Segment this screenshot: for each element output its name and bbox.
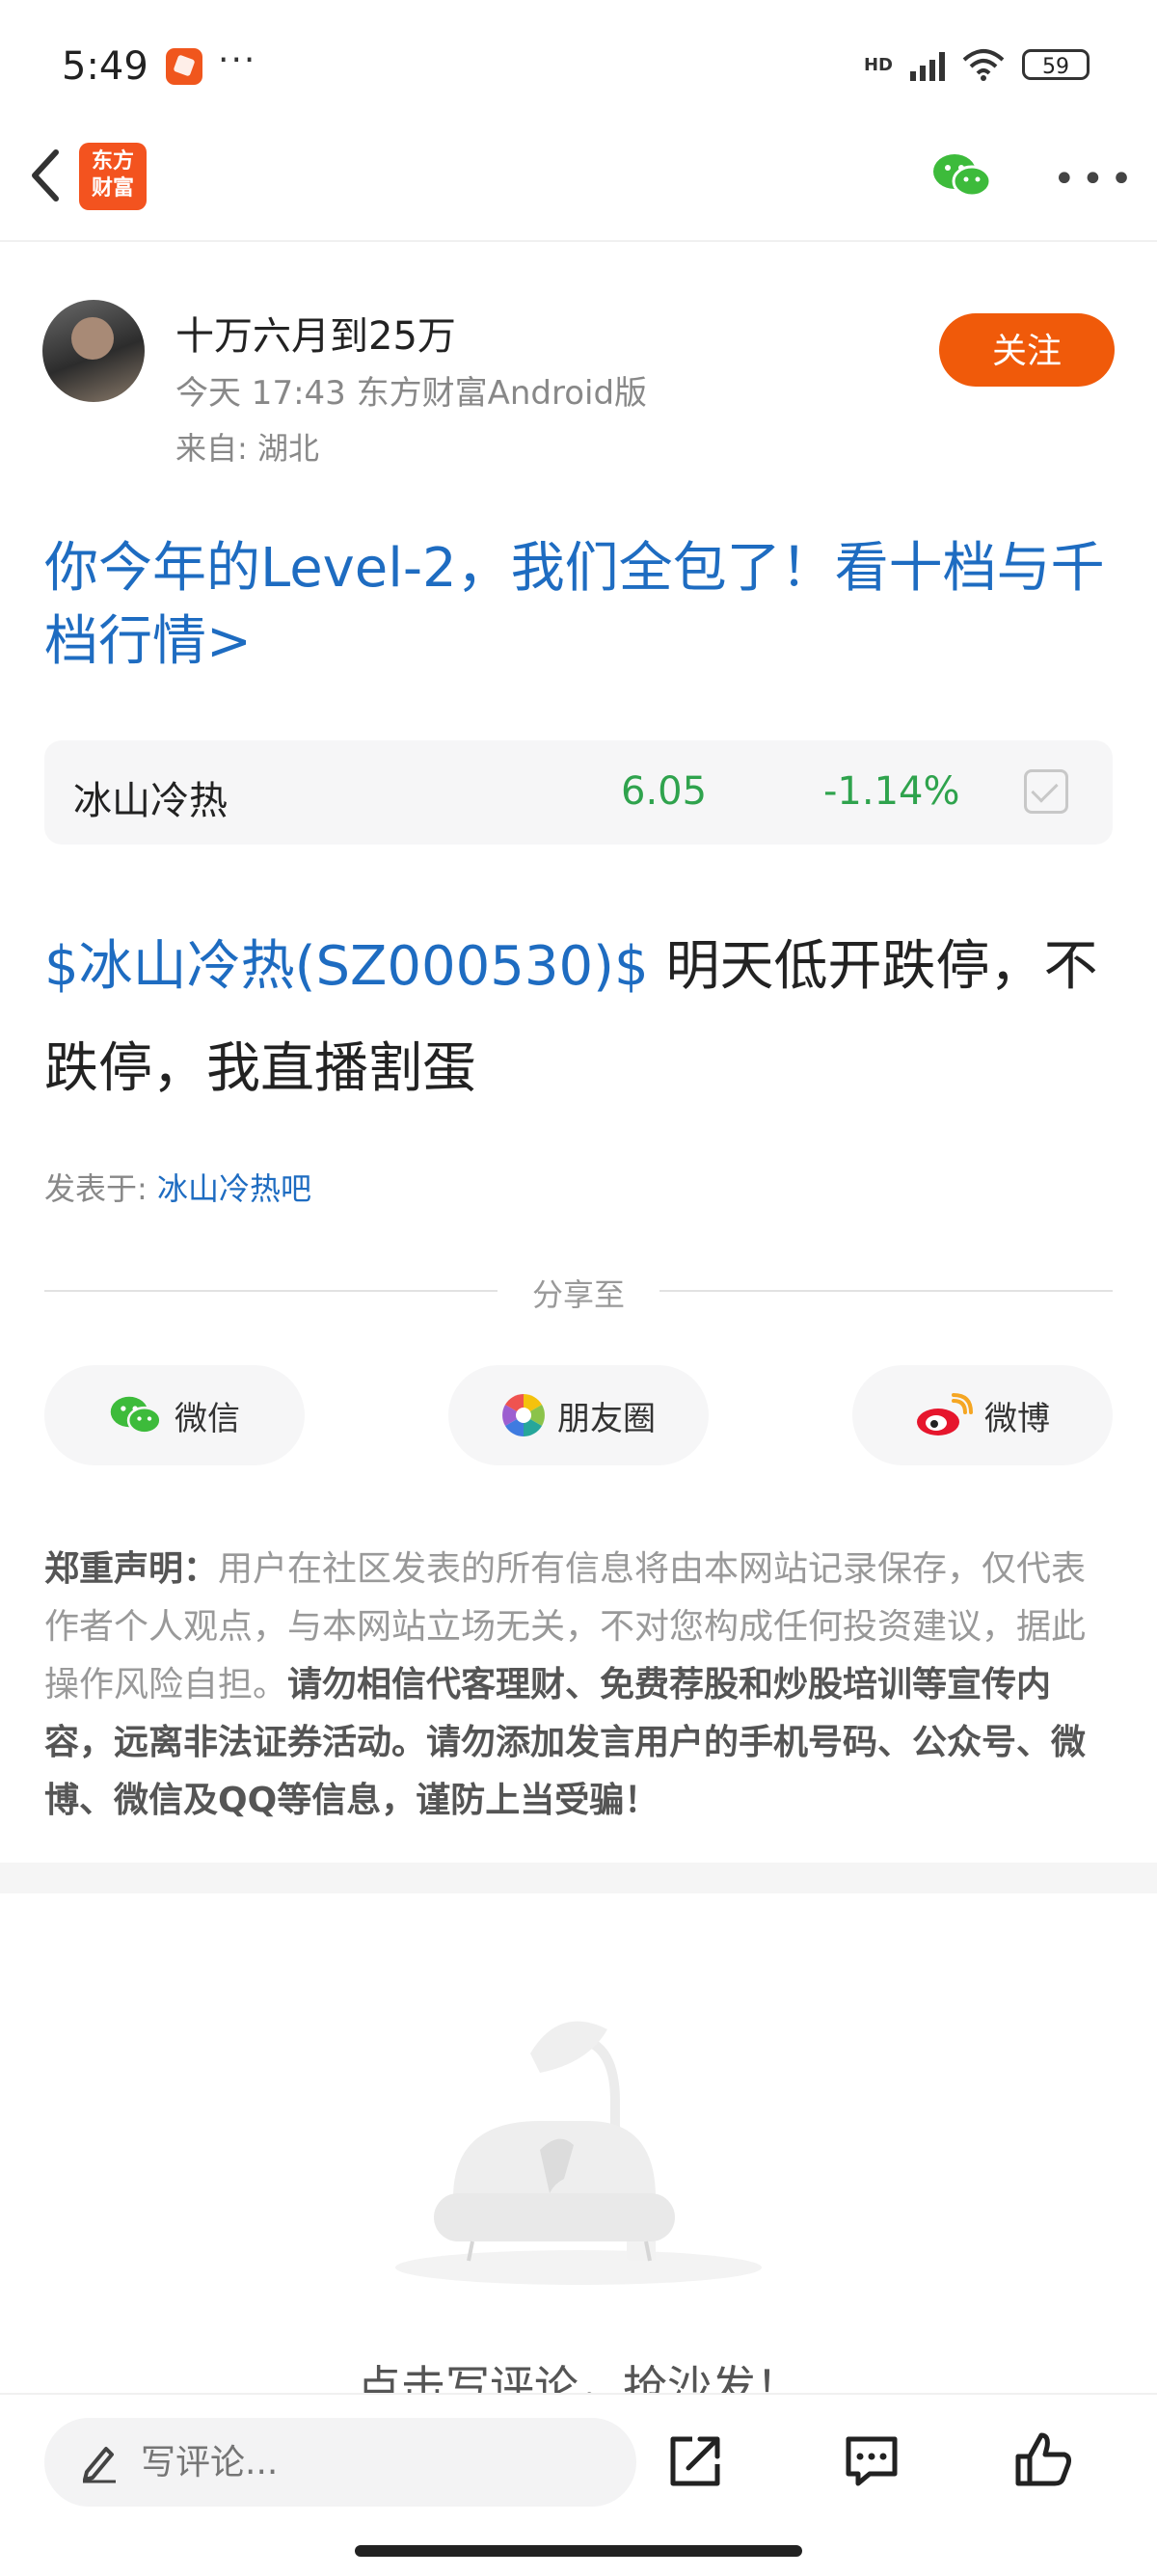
share-wechat-button[interactable]: 微信	[44, 1365, 305, 1465]
stock-change: -1.14%	[823, 769, 960, 814]
author-name[interactable]: 十万六月到25万	[175, 305, 456, 361]
divider	[659, 1290, 1113, 1292]
section-divider	[0, 1863, 1157, 1893]
disclaimer: 郑重声明：用户在社区发表的所有信息将由本网站记录保存，仅代表作者个人观点，与本网…	[44, 1541, 1117, 1830]
share-icon[interactable]	[665, 2429, 727, 2491]
network-type-label: HD	[863, 54, 893, 75]
stock-price: 6.05	[621, 769, 708, 814]
level2-promo-link[interactable]: 你今年的Level-2，我们全包了！看十档与千档行情>	[44, 532, 1124, 679]
battery-icon: 59	[1022, 49, 1090, 80]
post-content: $冰山冷热(SZ000530)$ 明天低开跌停，不跌停，我直播割蛋	[44, 916, 1124, 1120]
wifi-icon	[962, 49, 1005, 81]
avatar[interactable]	[42, 300, 145, 402]
share-moments-button[interactable]: 朋友圈	[448, 1365, 709, 1465]
posted-in-label: 发表于:	[44, 1170, 157, 1207]
sofa-illustration	[395, 2021, 762, 2285]
share-weibo-button[interactable]: 微博	[852, 1365, 1113, 1465]
share-weibo-label: 微博	[984, 1399, 1050, 1438]
app-notification-icon	[166, 48, 202, 85]
divider	[0, 240, 1157, 242]
stock-name: 冰山冷热	[73, 779, 228, 823]
app-logo: 东方 财富	[79, 143, 147, 210]
signal-icon	[910, 48, 945, 81]
logo-line-2: 财富	[91, 176, 134, 201]
divider	[44, 1290, 498, 1292]
status-time: 5:49	[62, 44, 148, 89]
watchlist-check-icon[interactable]	[1024, 769, 1068, 814]
share-wechat-label: 微信	[175, 1399, 240, 1438]
stock-tag-link[interactable]: $冰山冷热(SZ000530)$	[44, 935, 649, 998]
comment-input[interactable]	[44, 2418, 636, 2507]
wechat-share-icon[interactable]	[931, 150, 993, 201]
weibo-icon	[917, 1393, 973, 1436]
posted-in: 发表于: 冰山冷热吧	[44, 1165, 311, 1209]
comment-icon[interactable]	[841, 2429, 902, 2491]
pencil-icon	[83, 2447, 116, 2483]
wechat-icon	[110, 1396, 162, 1435]
status-indicators: HD 59	[864, 48, 1090, 81]
author-location: 来自: 湖北	[175, 430, 319, 467]
logo-line-1: 东方	[91, 149, 134, 174]
like-icon[interactable]	[1012, 2429, 1074, 2491]
forum-link[interactable]: 冰山冷热吧	[157, 1170, 311, 1207]
moments-icon	[502, 1394, 545, 1436]
status-more-icon: ···	[218, 40, 257, 80]
follow-button[interactable]: 关注	[939, 313, 1115, 387]
home-indicator[interactable]	[355, 2545, 802, 2557]
more-options-icon[interactable]: •••	[1053, 160, 1139, 199]
disclaimer-title: 郑重声明：	[44, 1549, 219, 1589]
back-icon[interactable]	[23, 145, 66, 206]
share-moments-label: 朋友圈	[557, 1399, 656, 1438]
share-label: 分享至	[531, 1276, 625, 1313]
stock-card[interactable]: 冰山冷热 6.05 -1.14%	[44, 740, 1113, 845]
post-meta: 今天 17:43 东方财富Android版	[175, 374, 648, 413]
